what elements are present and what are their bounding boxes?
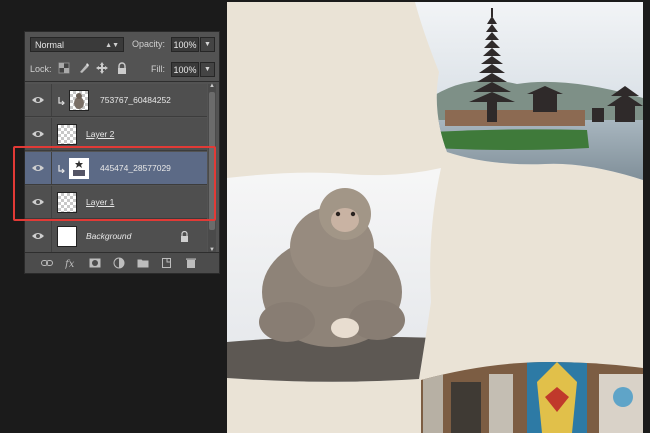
svg-text:fx: fx [65,259,75,269]
fill-label: Fill: [151,64,165,74]
adjustment-layer-icon[interactable] [113,257,125,269]
layer-thumbnail [57,124,77,145]
fx-icon[interactable]: fx [65,257,77,269]
canvas-artwork [227,2,643,433]
visibility-toggle[interactable] [25,84,52,116]
festival-photo [421,362,643,433]
layer-thumbnail [57,226,77,247]
delete-layer-icon[interactable] [185,257,197,269]
layer-name: 753767_60484252 [100,95,171,105]
lock-transparent-pixels-icon[interactable] [58,62,70,74]
selection-highlight-box [13,146,216,221]
layer-thumbnail [69,90,89,111]
layer-row-753767[interactable]: 753767_60484252 [25,84,207,117]
monkey-photo [227,168,441,382]
lock-options-row: Lock: Fill: 100% ▼ [25,57,219,82]
clipping-arrow-icon [58,97,65,105]
eye-icon [32,233,44,239]
layer-row-background[interactable]: Background [25,220,207,253]
eye-icon [32,131,44,137]
document-canvas[interactable] [227,2,643,433]
lock-all-icon[interactable] [116,62,128,74]
lock-icon [181,231,188,242]
blend-mode-value: Normal [35,40,65,50]
fill-dropdown-button[interactable]: ▼ [200,62,215,77]
layer-name: Layer 2 [86,129,115,139]
lock-image-pixels-icon[interactable] [78,62,90,74]
opacity-dropdown-button[interactable]: ▼ [200,37,215,52]
temple-photo [415,2,643,180]
layer-name: Background [86,231,132,241]
new-group-icon[interactable] [137,257,149,269]
visibility-toggle[interactable] [25,220,52,252]
select-arrows-icon: ▲▼ [105,42,119,49]
scroll-up-arrow-icon[interactable]: ▲ [208,83,216,89]
fill-field[interactable]: 100% [171,62,199,77]
opacity-label: Opacity: [132,39,166,49]
blend-mode-select[interactable]: Normal ▲▼ [30,37,124,52]
lock-position-icon[interactable] [96,62,108,74]
layers-footer-toolbar: fx [25,252,219,273]
blend-options-row: Normal ▲▼ Opacity: 100% ▼ [25,34,219,56]
eye-icon [32,97,44,103]
opacity-field[interactable]: 100% [171,37,199,52]
new-layer-icon[interactable] [161,257,173,269]
lock-label: Lock: [30,64,52,74]
add-mask-icon[interactable] [89,257,101,269]
link-layers-icon[interactable] [41,257,53,269]
